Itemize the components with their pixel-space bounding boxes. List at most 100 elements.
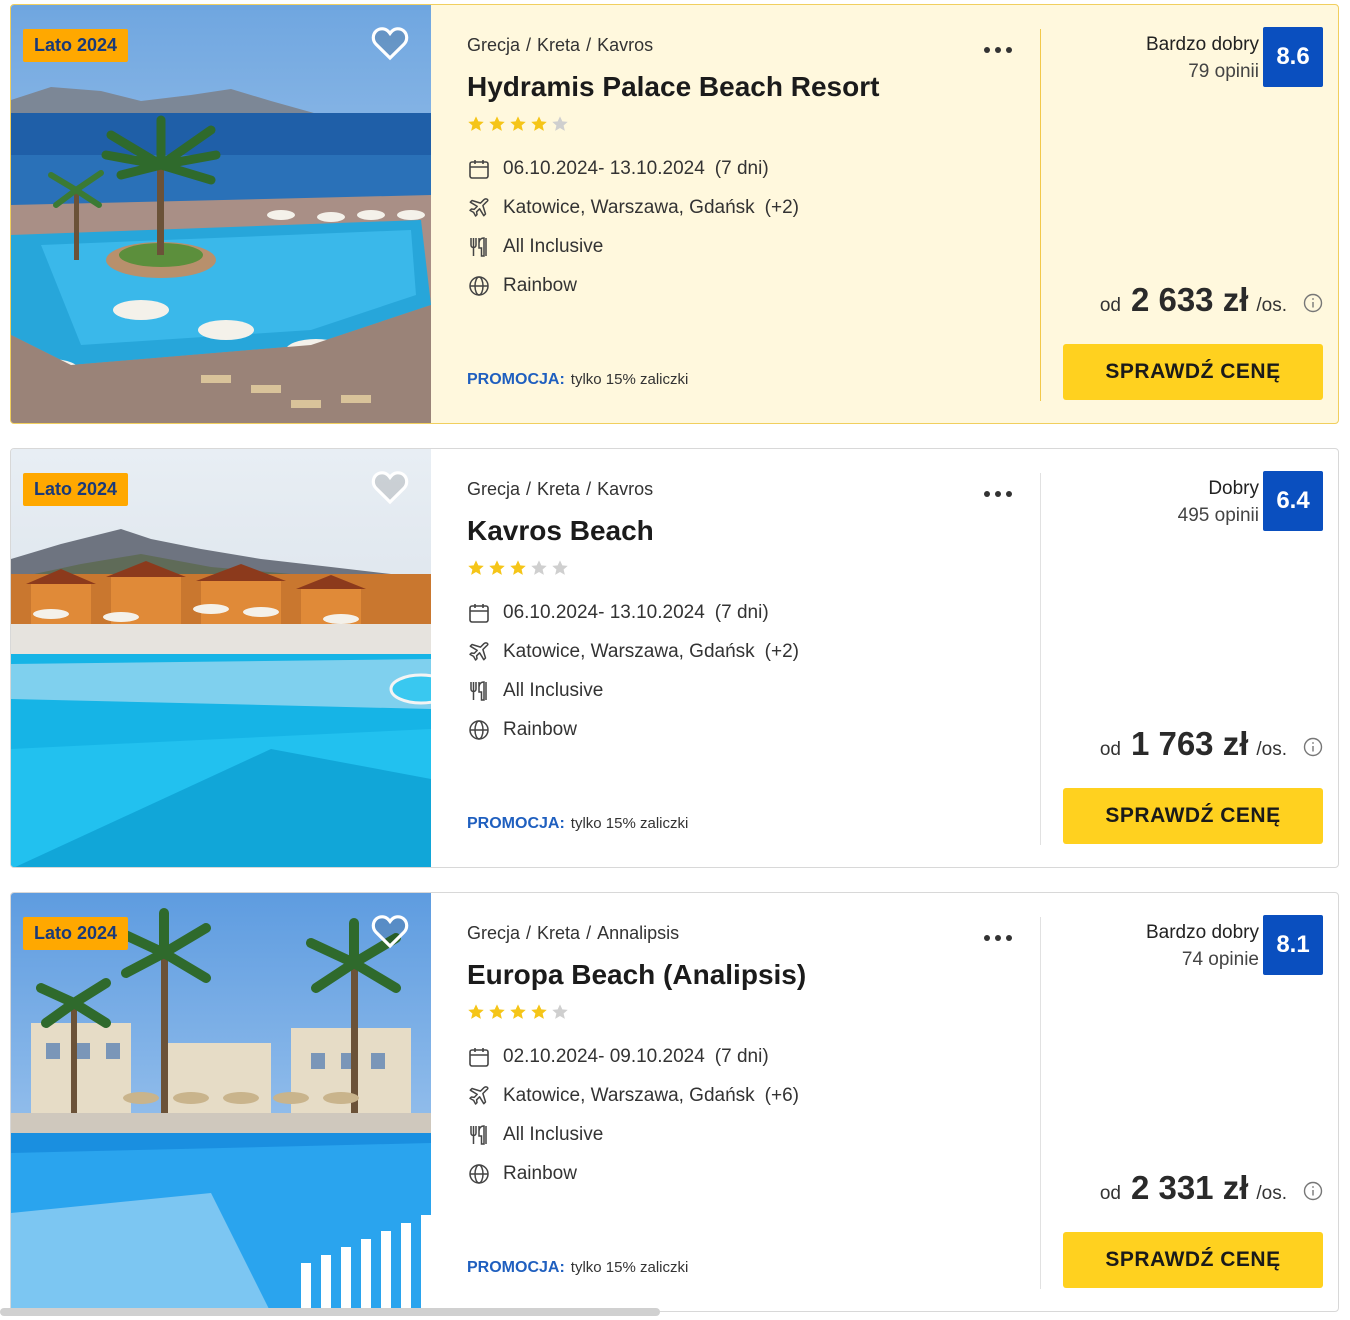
check-price-button[interactable]: SPRAWDŹ CENĘ <box>1063 788 1323 844</box>
more-dots-icon[interactable] <box>983 45 1013 55</box>
rating-count[interactable]: 495 opinii <box>1178 502 1259 529</box>
operator-text: Rainbow <box>503 275 577 296</box>
promo: PROMOCJA: tylko 15% zaliczki <box>467 1259 688 1277</box>
hotel-name[interactable]: Hydramis Palace Beach Resort <box>467 71 879 103</box>
price: od 2 633 zł /os. <box>1100 281 1323 319</box>
calendar-icon <box>469 160 489 179</box>
board-row: All Inclusive <box>467 1123 603 1147</box>
cutlery-icon <box>470 1125 487 1145</box>
star-icon <box>552 116 568 131</box>
rating-count[interactable]: 79 opinii <box>1146 58 1259 85</box>
hotel-name[interactable]: Kavros Beach <box>467 515 654 547</box>
departures-row: Katowice, Warszawa, Gdańsk (+2) <box>467 640 799 664</box>
globe-icon <box>469 276 489 296</box>
breadcrumb: Grecja / Kreta / Kavros <box>467 479 654 499</box>
price-suffix: /os. <box>1256 739 1287 760</box>
breadcrumb-region[interactable]: Kreta <box>537 35 580 55</box>
star-icon <box>510 560 526 575</box>
offer-info: Grecja / Kreta / Annalipsis Europa Beach (An… <box>467 893 1027 1311</box>
more-dots-icon[interactable] <box>983 933 1013 943</box>
dates-text: 02.10.2024- 09.10.2024 <box>503 1046 705 1067</box>
offer-pricing: Bardzo dobry 79 opinii 8.6 od 2 633 zł /… <box>1051 5 1338 423</box>
departures-text: Katowice, Warszawa, Gdańsk <box>503 641 755 662</box>
hotel-name[interactable]: Europa Beach (Analipsis) <box>467 959 806 991</box>
breadcrumb-country[interactable]: Grecja <box>467 479 520 499</box>
rating-label: Bardzo dobry <box>1145 34 1259 55</box>
price-amount: 2 331 zł <box>1130 1169 1249 1206</box>
price: od 2 331 zł /os. <box>1100 1169 1323 1207</box>
departures-text: Katowice, Warszawa, Gdańsk <box>503 1085 755 1106</box>
price: od 1 763 zł /os. <box>1100 725 1323 763</box>
board-row: All Inclusive <box>467 679 603 703</box>
promo-text: tylko 15% zaliczki <box>570 815 689 832</box>
rating-score: 8.6 <box>1263 27 1323 87</box>
more-dots-icon[interactable] <box>983 489 1013 499</box>
divider <box>1040 917 1041 1289</box>
promo-label: PROMOCJA: <box>467 371 565 388</box>
globe-icon <box>469 1164 489 1184</box>
star-icon <box>489 116 505 131</box>
offer-card[interactable]: Lato 2024 Grecja / Kreta / Kavros Hydramis P… <box>10 4 1339 424</box>
offer-card[interactable]: Lato 2024 Grecja / Kreta / Kavros Kavros Bea… <box>10 448 1339 868</box>
operator-row: Rainbow <box>467 718 577 742</box>
promo-text: tylko 15% zaliczki <box>570 1259 689 1276</box>
price-prefix: od <box>1099 1183 1121 1204</box>
info-icon[interactable] <box>1303 737 1323 757</box>
breadcrumb-city[interactable]: Annalipsis <box>597 923 679 943</box>
departures-more[interactable]: (+2) <box>765 197 799 219</box>
departures-text: Katowice, Warszawa, Gdańsk <box>503 197 755 218</box>
price-amount: 1 763 zł <box>1130 725 1249 762</box>
heart-icon[interactable] <box>371 913 409 949</box>
departures-more[interactable]: (+6) <box>765 1085 799 1107</box>
duration-text: (7 dni) <box>714 602 769 623</box>
board-text: All Inclusive <box>503 680 604 701</box>
dates-text: 06.10.2024- 13.10.2024 <box>503 158 705 179</box>
departures-more[interactable]: (+2) <box>765 641 799 663</box>
departures-row: Katowice, Warszawa, Gdańsk (+6) <box>467 1084 799 1108</box>
plane-icon <box>469 642 489 661</box>
hotel-photo[interactable] <box>11 5 431 423</box>
info-icon[interactable] <box>1303 1181 1323 1201</box>
plane-icon <box>469 1086 489 1105</box>
hotel-photo[interactable] <box>11 449 431 867</box>
plane-icon <box>469 198 489 217</box>
heart-icon[interactable] <box>371 25 409 61</box>
breadcrumb-region[interactable]: Kreta <box>537 923 580 943</box>
calendar-icon <box>469 1048 489 1067</box>
season-badge: Lato 2024 <box>23 473 129 506</box>
season-badge: Lato 2024 <box>23 29 129 62</box>
star-icon <box>468 560 484 575</box>
board-row: All Inclusive <box>467 235 603 259</box>
dates-row: 02.10.2024- 09.10.2024 (7 dni) <box>467 1045 769 1069</box>
info-icon[interactable] <box>1303 293 1323 313</box>
hotel-photo[interactable] <box>11 893 431 1311</box>
star-icon <box>489 560 505 575</box>
star-rating <box>467 559 569 577</box>
heart-icon[interactable] <box>371 469 409 505</box>
promo-label: PROMOCJA: <box>467 815 565 832</box>
cutlery-icon <box>470 237 487 257</box>
star-icon <box>510 116 526 131</box>
dates-row: 06.10.2024- 13.10.2024 (7 dni) <box>467 157 769 181</box>
breadcrumb-country[interactable]: Grecja <box>467 35 520 55</box>
rating-count[interactable]: 74 opinie <box>1146 946 1259 973</box>
breadcrumb-city[interactable]: Kavros <box>597 479 653 499</box>
horizontal-scrollbar[interactable] <box>0 1308 660 1316</box>
dates-text: 06.10.2024- 13.10.2024 <box>503 602 705 623</box>
breadcrumb: Grecja / Kreta / Kavros <box>467 35 654 55</box>
operator-row: Rainbow <box>467 274 577 298</box>
breadcrumb-country[interactable]: Grecja <box>467 923 520 943</box>
star-rating <box>467 115 569 133</box>
breadcrumb-city[interactable]: Kavros <box>597 35 653 55</box>
promo: PROMOCJA: tylko 15% zaliczki <box>467 371 688 389</box>
check-price-button[interactable]: SPRAWDŹ CENĘ <box>1063 344 1323 400</box>
offer-card[interactable]: Lato 2024 Grecja / Kreta / Annalipsis Europa… <box>10 892 1339 1312</box>
photo-scene <box>11 5 431 423</box>
divider <box>1040 29 1041 401</box>
rating-summary: Bardzo dobry 74 opinie <box>1146 919 1259 973</box>
check-price-button[interactable]: SPRAWDŹ CENĘ <box>1063 1232 1323 1288</box>
offer-info: Grecja / Kreta / Kavros Hydramis Palace Beac… <box>467 5 1027 423</box>
price-suffix: /os. <box>1256 295 1287 316</box>
breadcrumb-region[interactable]: Kreta <box>537 479 580 499</box>
breadcrumb: Grecja / Kreta / Annalipsis <box>467 923 680 943</box>
